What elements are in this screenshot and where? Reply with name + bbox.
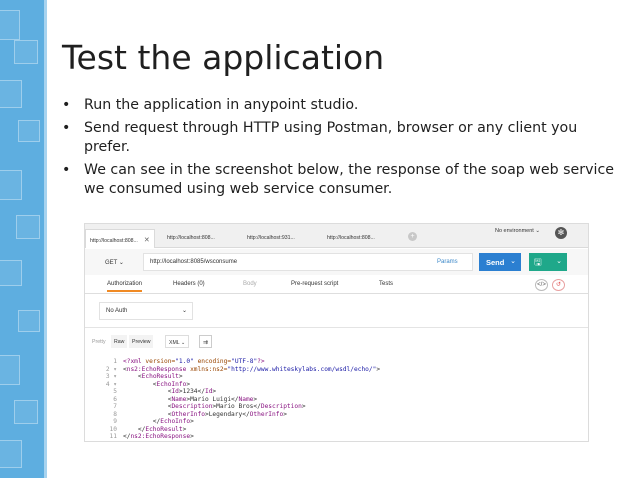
code-line: 4 ▾ <EchoInfo> — [97, 381, 577, 389]
request-tab[interactable]: http://localhost:808... ✕ — [85, 229, 155, 248]
tab-authorization[interactable]: Authorization — [107, 281, 143, 292]
close-icon[interactable]: ✕ — [144, 237, 150, 244]
code-line: 1 <?xml version="1.0" encoding="UTF-8"?> — [97, 358, 577, 366]
postman-screenshot: http://localhost:808... ✕ http://localhos… — [84, 223, 589, 442]
method-label: GET — [105, 260, 118, 266]
bullet-item: • We can see in the screenshot below, the… — [62, 161, 622, 199]
chevron-down-icon: ⌄ — [180, 340, 186, 346]
line-number: 8 — [113, 410, 117, 418]
line-number: 10 — [109, 425, 117, 433]
code-text: <EchoResult> — [123, 373, 183, 380]
bullet-dot: • — [62, 120, 71, 136]
bullet-text: Run the application in anypoint studio. — [84, 97, 359, 113]
code-line: 11 </ns2:EchoResponse> — [97, 433, 577, 441]
save-icon: 🖫 — [534, 257, 542, 267]
code-line: 9 </EchoInfo> — [97, 418, 577, 426]
line-number: 4 ▾ — [105, 380, 117, 388]
environment-select[interactable]: No environment ⌄ — [495, 228, 540, 234]
bullet-text: Send request through HTTP using Postman,… — [84, 120, 578, 155]
code-text: <ns2:EchoResponse xmlns:ns2="http://www.… — [123, 365, 381, 373]
code-text: <?xml version="1.0" encoding="UTF-8"?> — [123, 358, 265, 365]
send-button[interactable]: Send ⌄ — [479, 253, 521, 271]
reset-icon[interactable]: ↺ — [552, 279, 565, 291]
auth-type-label: No Auth — [106, 308, 128, 314]
code-line: 5 <Id>1234</Id> — [97, 388, 577, 396]
request-tab[interactable]: http://localhost:931... — [243, 229, 299, 248]
bullet-text: We can see in the screenshot below, the … — [84, 162, 614, 197]
environment-label: No environment — [495, 228, 534, 234]
request-tab-label: http://localhost:808... — [167, 235, 215, 241]
bullet-dot: • — [62, 162, 71, 178]
line-number: 2 ▾ — [105, 365, 117, 373]
tab-body[interactable]: Body — [243, 281, 257, 287]
code-text: <Description>Mario Bros</Description> — [123, 403, 306, 410]
request-subtabs: Authorization Headers (0) Body Pre-reque… — [85, 276, 588, 294]
chevron-down-icon: ⌄ — [535, 228, 540, 234]
request-tab-label: http://localhost:808... — [327, 235, 375, 241]
gear-icon[interactable]: ✻ — [555, 227, 567, 239]
chevron-down-icon: ⌄ — [510, 258, 516, 265]
request-tab[interactable]: http://localhost:808... — [323, 229, 379, 248]
decorative-side-band — [0, 0, 44, 478]
line-number: 11 — [109, 433, 117, 440]
code-text: </ns2:EchoResponse> — [123, 433, 194, 440]
code-text: <Name>Mario Luigi</Name> — [123, 395, 258, 403]
url-row: GET ⌄ http://localhost:8085/wsconsume Pa… — [85, 249, 588, 275]
chevron-down-icon: ⌄ — [118, 260, 124, 266]
send-label: Send — [486, 258, 505, 267]
method-select[interactable]: GET ⌄ — [99, 254, 130, 270]
response-toolbar: Pretty Raw Preview XML ⌄ ⇉ — [85, 335, 588, 350]
add-tab-icon[interactable]: + — [408, 232, 417, 241]
request-actions: </> ↺ — [535, 279, 575, 292]
line-number: 1 — [113, 358, 117, 365]
bullet-item: • Run the application in anypoint studio. — [62, 96, 622, 115]
code-line: 2 ▾ <ns2:EchoResponse xmlns:ns2="http://w… — [97, 366, 577, 374]
code-icon[interactable]: </> — [535, 279, 548, 291]
line-number: 3 ▾ — [105, 373, 117, 380]
chevron-down-icon: ⌄ — [181, 308, 187, 314]
code-text: <Id>1234</Id> — [123, 388, 217, 395]
request-tab-bar: http://localhost:808... ✕ http://localhos… — [85, 224, 588, 248]
pretty-button[interactable]: Pretty — [89, 335, 109, 348]
code-text: </EchoResult> — [123, 425, 187, 433]
raw-button[interactable]: Raw — [111, 335, 128, 348]
auth-type-select[interactable]: No Auth ⌄ — [99, 302, 193, 320]
tab-pre-request-script[interactable]: Pre-request script — [291, 281, 338, 287]
chevron-down-icon: ⌄ — [556, 258, 562, 265]
code-line: 7 <Description>Mario Bros</Description> — [97, 403, 577, 411]
preview-button[interactable]: Preview — [129, 335, 154, 348]
save-button[interactable]: 🖫 ⌄ — [529, 253, 567, 271]
code-text: </EchoInfo> — [123, 418, 194, 425]
tab-headers[interactable]: Headers (0) — [173, 281, 205, 287]
response-body[interactable]: 1 <?xml version="1.0" encoding="UTF-8"?> 2… — [97, 358, 577, 441]
band-edge — [44, 0, 47, 478]
divider — [85, 327, 588, 328]
code-line: 8 <OtherInfo>Legendary</OtherInfo> — [97, 411, 577, 419]
code-text: <OtherInfo>Legendary</OtherInfo> — [123, 410, 287, 418]
wrap-lines-icon[interactable]: ⇉ — [199, 335, 213, 348]
tab-tests[interactable]: Tests — [379, 281, 393, 287]
request-tab[interactable]: http://localhost:808... — [163, 229, 219, 248]
code-line: 10 </EchoResult> — [97, 426, 577, 434]
bullet-list: • Run the application in anypoint studio.… — [62, 96, 622, 203]
url-input[interactable]: http://localhost:8085/wsconsume — [143, 253, 473, 271]
bullet-dot: • — [62, 97, 71, 113]
bullet-item: • Send request through HTTP using Postman… — [62, 119, 622, 157]
line-number: 5 — [113, 388, 117, 395]
code-text: <EchoInfo> — [123, 380, 191, 388]
code-line: 6 <Name>Mario Luigi</Name> — [97, 396, 577, 404]
format-select[interactable]: XML ⌄ — [165, 335, 190, 348]
line-number: 7 — [113, 403, 117, 410]
request-tab-label: http://localhost:931... — [247, 235, 295, 241]
slide-title: Test the application — [62, 38, 385, 77]
params-button[interactable]: Params — [437, 259, 458, 265]
line-number: 9 — [113, 418, 117, 425]
request-tab-label: http://localhost:808... — [90, 238, 138, 244]
line-number: 6 — [113, 395, 117, 403]
format-label: XML — [169, 340, 180, 346]
code-line: 3 ▾ <EchoResult> — [97, 373, 577, 381]
